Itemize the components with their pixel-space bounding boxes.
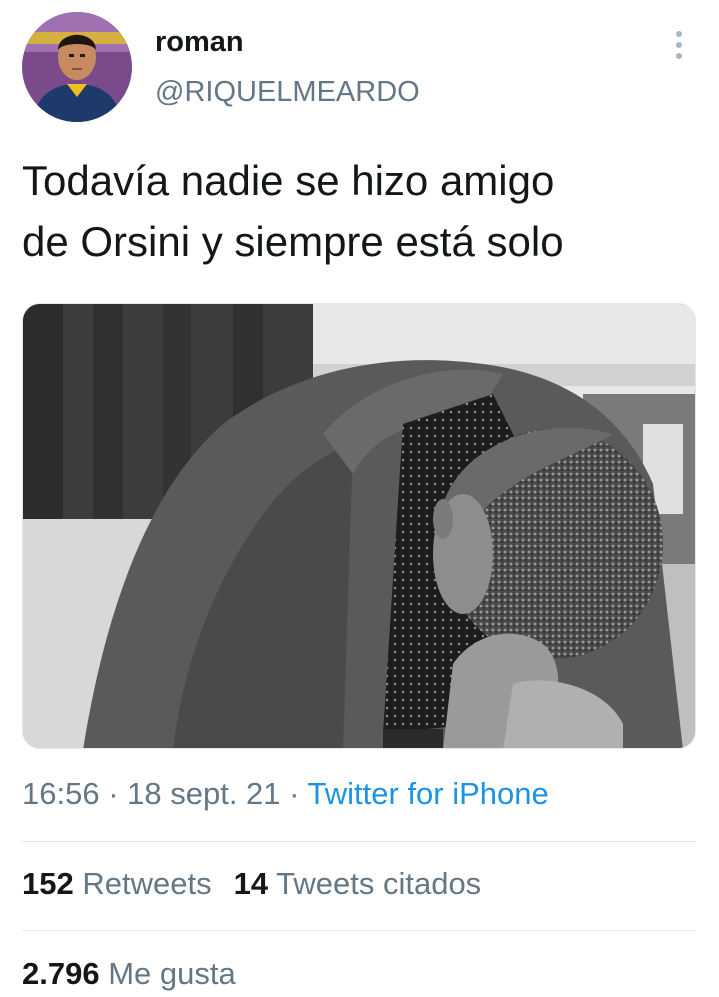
user-handle[interactable]: @RIQUELMEARDO	[155, 76, 420, 109]
tweet-meta: 16:56 · 18 sept. 21 · Twitter for iPhone	[22, 776, 549, 812]
likes-count: 2.796	[22, 956, 100, 991]
tweet-text-line: de Orsini y siempre está solo	[22, 218, 564, 265]
quotes-label: Tweets citados	[276, 866, 482, 901]
retweets-label: Retweets	[82, 866, 212, 901]
quotes-stat[interactable]: 14 Tweets citados	[234, 866, 482, 901]
tweet-media[interactable]	[22, 303, 696, 749]
photo-man-bowing-head-icon	[23, 304, 695, 748]
retweets-stat[interactable]: 152 Retweets	[22, 866, 212, 901]
retweets-count: 152	[22, 866, 74, 901]
vertical-ellipsis-icon[interactable]	[664, 28, 694, 64]
likes-stat[interactable]: 2.796 Me gusta	[22, 956, 236, 992]
meta-separator: ·	[99, 776, 128, 811]
likes-label: Me gusta	[108, 956, 236, 991]
tweet-header: roman @RIQUELMEARDO	[0, 0, 719, 130]
divider	[22, 841, 696, 842]
tweet-source-link[interactable]: Twitter for iPhone	[308, 776, 549, 811]
meta-separator: ·	[280, 776, 308, 811]
quotes-count: 14	[233, 866, 269, 901]
tweet-text-line: Todavía nadie se hizo amigo	[22, 157, 555, 204]
tweet-date: 18 sept. 21	[127, 776, 281, 811]
divider	[22, 930, 696, 931]
tweet-time: 16:56	[22, 776, 100, 811]
profile-photo-icon[interactable]	[22, 12, 132, 122]
user-display-name[interactable]: roman	[155, 26, 244, 59]
engagement-stats: 152 Retweets 14 Tweets citados	[22, 866, 481, 902]
tweet-text: Todavía nadie se hizo amigo de Orsini y …	[22, 150, 692, 272]
